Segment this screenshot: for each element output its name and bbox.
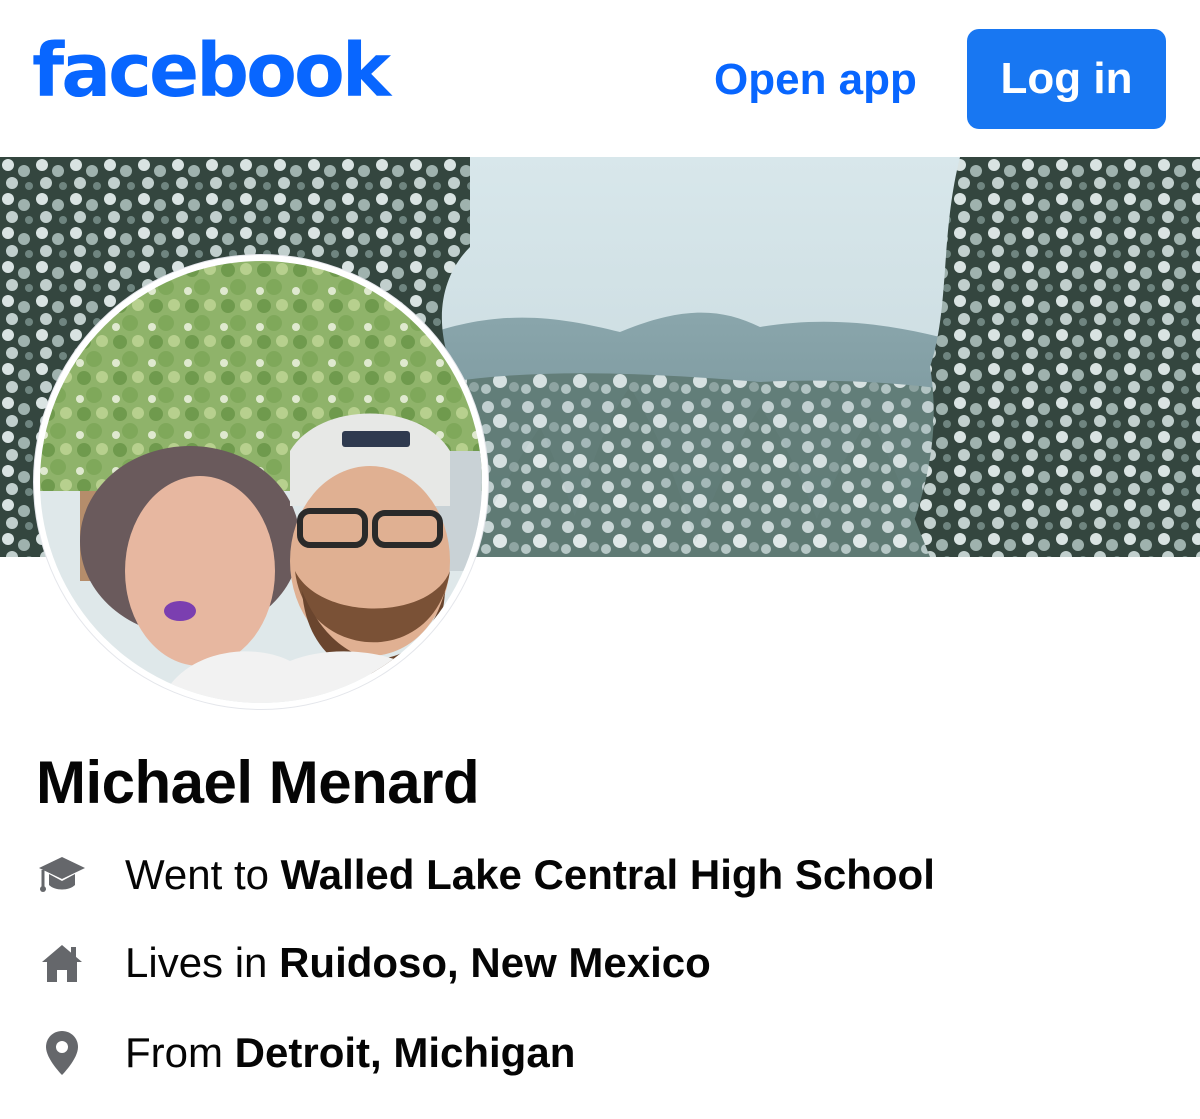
- info-residence: Lives in Ruidoso, New Mexico: [36, 933, 1166, 993]
- residence-prefix: Lives in: [125, 939, 268, 986]
- facebook-logo[interactable]: facebook: [32, 34, 391, 108]
- education-prefix: Went to: [125, 851, 269, 898]
- hometown-prefix: From: [125, 1029, 223, 1076]
- education-value[interactable]: Walled Lake Central High School: [281, 851, 935, 898]
- profile-page: facebook Open app Log in Michael Menard …: [0, 0, 1200, 1119]
- hometown-value[interactable]: Detroit, Michigan: [235, 1029, 576, 1076]
- info-hometown: From Detroit, Michigan: [36, 1023, 1166, 1083]
- top-bar: facebook Open app Log in: [0, 0, 1200, 157]
- info-education: Went to Walled Lake Central High School: [36, 845, 1166, 905]
- profile-name: Michael Menard: [36, 749, 480, 816]
- location-pin-icon: [36, 1027, 88, 1079]
- graduation-cap-icon: [36, 849, 88, 901]
- profile-picture[interactable]: [34, 255, 488, 709]
- profile-photo: [40, 261, 482, 703]
- login-button[interactable]: Log in: [967, 29, 1166, 129]
- home-icon: [36, 937, 88, 989]
- residence-value[interactable]: Ruidoso, New Mexico: [279, 939, 711, 986]
- open-app-link[interactable]: Open app: [714, 52, 917, 108]
